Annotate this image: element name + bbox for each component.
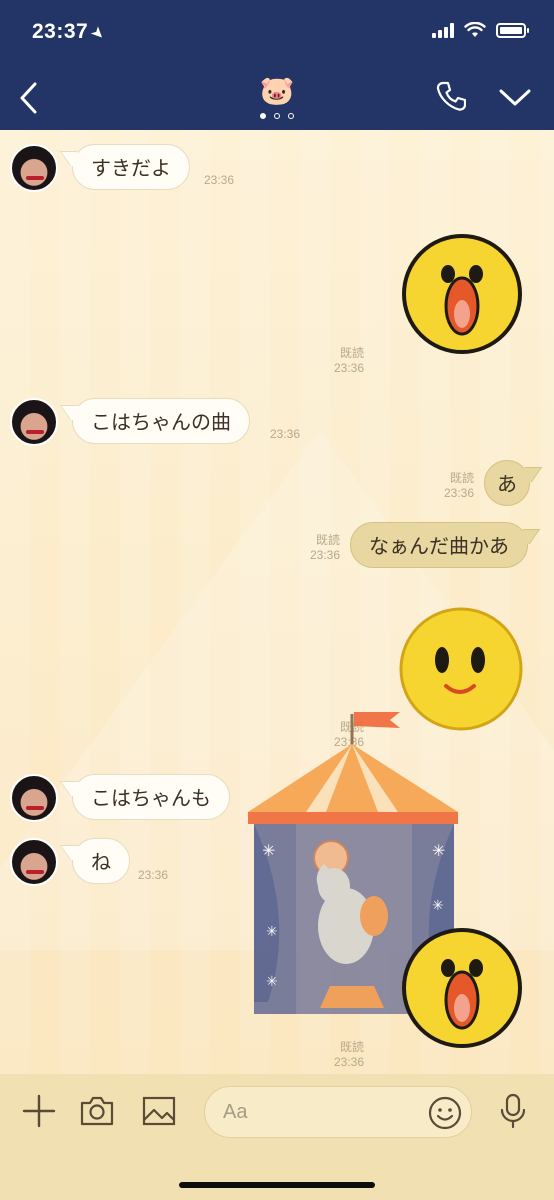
message-read-status: 既読 23:36 <box>310 346 364 376</box>
message-time: 23:36 <box>333 361 364 375</box>
svg-text:✳: ✳ <box>262 841 275 860</box>
camera-icon[interactable] <box>78 1092 116 1130</box>
chat-area[interactable]: すきだよ 23:36 既読 23:36 こはちゃんの曲 23:36 あ 既読 2… <box>0 130 554 1074</box>
incoming-message-bubble[interactable]: こはちゃんの曲 <box>72 398 250 444</box>
svg-text:✳: ✳ <box>266 974 278 990</box>
home-indicator[interactable] <box>179 1182 375 1188</box>
page-dot-3 <box>288 113 294 119</box>
plus-icon[interactable] <box>20 1092 58 1130</box>
message-input-wrapper <box>204 1086 472 1138</box>
signal-bars-icon <box>432 22 454 38</box>
message-time: 23:36 <box>270 427 301 441</box>
status-time-text: 23:37 <box>32 20 89 43</box>
message-time: 23:36 <box>443 486 474 500</box>
message-read-status: 既読 23:36 <box>420 471 474 501</box>
incoming-message-bubble[interactable]: ね <box>72 838 130 884</box>
wifi-icon <box>464 22 486 37</box>
avatar[interactable] <box>10 774 58 822</box>
svg-text:✳: ✳ <box>432 841 445 860</box>
sally-surprised-sticker[interactable] <box>400 232 524 356</box>
top-bar: 23:37➤ 🐷 <box>0 0 554 130</box>
svg-text:✳: ✳ <box>432 898 444 914</box>
back-chevron-icon[interactable] <box>14 78 44 118</box>
status-time: 23:37➤ <box>32 20 109 44</box>
read-label: 既読 <box>339 1040 364 1054</box>
message-time: 23:36 <box>204 173 235 187</box>
avatar[interactable] <box>10 144 58 192</box>
message-read-status: 既読 23:36 <box>286 533 340 563</box>
location-arrow-icon: ➤ <box>88 23 109 44</box>
outgoing-message-bubble[interactable]: あ <box>484 460 530 506</box>
page-dot-2 <box>274 113 280 119</box>
message-time: 23:36 <box>138 868 169 882</box>
chevron-down-icon[interactable] <box>498 84 532 110</box>
phone-icon[interactable] <box>436 80 466 112</box>
image-icon[interactable] <box>140 1092 178 1130</box>
battery-fill <box>500 26 522 34</box>
avatar[interactable] <box>10 398 58 446</box>
message-input[interactable] <box>223 1087 413 1137</box>
message-time: 23:36 <box>333 1055 364 1069</box>
outgoing-message-bubble[interactable]: なぁんだ曲かあ <box>350 522 528 568</box>
page-dot-1 <box>260 113 266 119</box>
status-icons <box>432 22 529 38</box>
microphone-icon[interactable] <box>494 1092 532 1130</box>
incoming-message-bubble[interactable]: すきだよ <box>72 144 190 190</box>
page-indicator <box>260 113 294 119</box>
svg-text:✳: ✳ <box>266 924 278 940</box>
smiley-icon[interactable] <box>427 1095 463 1131</box>
avatar[interactable] <box>10 838 58 886</box>
battery-icon <box>496 22 529 38</box>
sally-surprised-sticker[interactable] <box>400 926 524 1050</box>
incoming-message-bubble[interactable]: こはちゃんも <box>72 774 230 820</box>
read-label: 既読 <box>315 533 340 547</box>
message-input-bar <box>0 1074 554 1200</box>
read-label: 既読 <box>449 471 474 485</box>
message-time: 23:36 <box>309 548 340 562</box>
read-label: 既読 <box>339 346 364 360</box>
message-read-status: 既読 23:36 <box>310 1040 364 1070</box>
chat-title-emoji[interactable]: 🐷 <box>260 76 295 106</box>
